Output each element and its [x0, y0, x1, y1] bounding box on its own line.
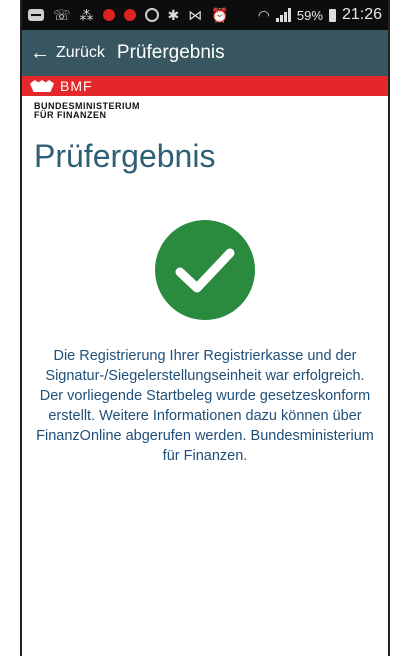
- app-bar: ← Zurück Prüfergebnis: [22, 30, 388, 76]
- wifi-call-icon: ☏: [53, 6, 71, 23]
- success-check-icon: [155, 220, 255, 320]
- bmf-brand-text: BMF: [60, 78, 93, 94]
- back-label: Zurück: [56, 44, 105, 61]
- nfc-icon: ⁂: [79, 6, 94, 23]
- sync-icon: [144, 8, 159, 22]
- message-icon: [28, 9, 44, 21]
- red-record-icon: [123, 9, 136, 21]
- back-arrow-icon: ←: [30, 42, 50, 64]
- app-title: Prüfergebnis: [116, 42, 225, 63]
- ministry-name: BUNDESMINISTERIUM FÜR FINANZEN: [22, 96, 388, 120]
- bmf-brand-bar: BMF: [22, 76, 388, 96]
- vibrate-icon: ⋈: [188, 6, 203, 23]
- page-title: Prüfergebnis: [34, 138, 216, 174]
- status-icons: ☏ ⁂ ✱ ⋈ ⏰: [28, 6, 258, 23]
- phone-screen: ☏ ⁂ ✱ ⋈ ⏰ ◠ 59% 21:26 ← Zurück Prüfergeb…: [20, 0, 390, 656]
- battery-percent: 59%: [296, 7, 323, 23]
- wifi-icon: ◠: [257, 6, 270, 23]
- clock: 21:26: [341, 6, 382, 23]
- battery-icon: [328, 8, 336, 22]
- success-indicator: [22, 220, 388, 320]
- status-bar: ☏ ⁂ ✱ ⋈ ⏰ ◠ 59% 21:26: [22, 0, 388, 30]
- bluetooth-icon: ✱: [167, 6, 180, 23]
- back-button[interactable]: ← Zurück: [30, 43, 105, 63]
- red-record-icon: [102, 9, 115, 21]
- result-message: Die Registrierung Ihrer Registrierkasse …: [36, 348, 374, 464]
- alarm-icon: ⏰: [211, 6, 229, 23]
- eagle-logo-icon: [30, 80, 54, 92]
- ministry-line-2: FÜR FINANZEN: [34, 110, 107, 120]
- signal-icon: [275, 8, 291, 22]
- status-right: ◠ 59% 21:26: [258, 6, 382, 24]
